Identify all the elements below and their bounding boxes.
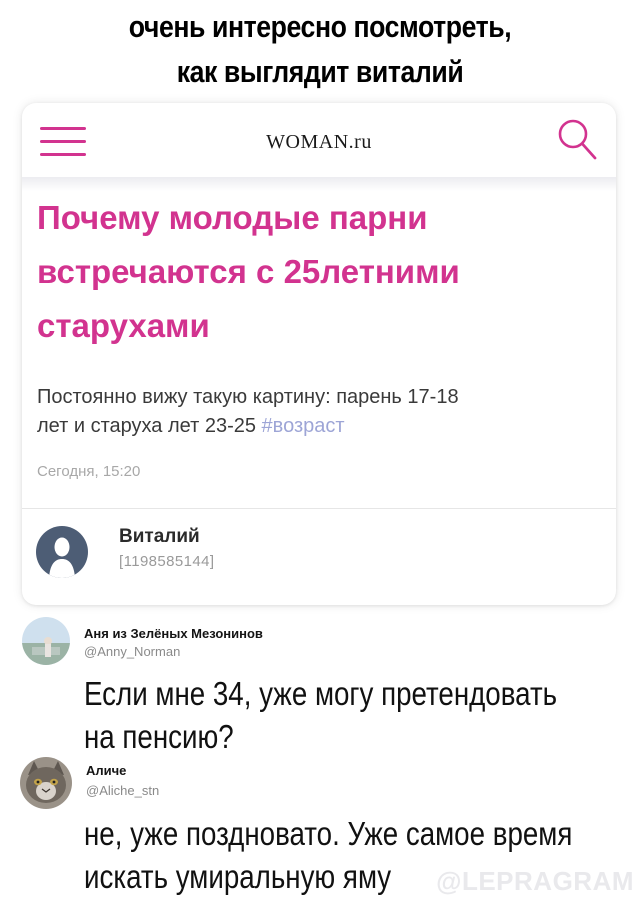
header-shadow: [22, 177, 616, 191]
site-logo[interactable]: WOMAN.ru: [22, 131, 616, 154]
avatar[interactable]: [20, 757, 72, 809]
caption-line-1: очень интересно посмотреть,: [128, 9, 512, 44]
meme-caption: очень интересно посмотреть, как выглядит…: [45, 4, 595, 94]
caption-line-2: как выглядит виталий: [176, 54, 464, 89]
headline-line: старухами: [37, 307, 210, 344]
author-id: [1198585144]: [119, 553, 215, 570]
headline-line: Почему молодые парни: [37, 199, 428, 236]
headline-line: встречаются с 25летними: [37, 253, 460, 290]
tweet-text-line: не, уже поздновато. Уже самое время: [84, 815, 573, 852]
article-headline[interactable]: Почему молодые парни встречаются с 25лет…: [37, 191, 597, 353]
author-name[interactable]: Виталий: [119, 526, 200, 548]
site-header: WOMAN.ru: [22, 103, 616, 183]
tweet-text-line: Если мне 34, уже могу претендовать: [84, 675, 558, 712]
excerpt-text: лет и старуха лет 23-25: [37, 415, 262, 437]
avatar[interactable]: [22, 617, 70, 665]
article-card: WOMAN.ru Почему молодые парни встречаютс…: [22, 103, 616, 605]
user-silhouette-icon[interactable]: [36, 526, 88, 578]
tweet-text-line: на пенсию?: [84, 718, 234, 755]
divider: [22, 508, 616, 509]
tweet-author-handle[interactable]: @Anny_Norman: [84, 644, 180, 659]
search-icon[interactable]: [556, 117, 598, 161]
watermark: @LEPRAGRAM: [436, 866, 634, 896]
post-date: Сегодня, 15:20: [37, 463, 141, 480]
tweet-author-handle[interactable]: @Aliche_stn: [86, 783, 159, 798]
excerpt-line-2: лет и старуха лет 23-25 #возраст: [37, 412, 612, 441]
tweet-text: Если мне 34, уже могу претендовать на пе…: [84, 672, 557, 758]
tweet-author-name[interactable]: Аня из Зелёных Мезонинов: [84, 626, 263, 641]
excerpt-line: Постоянно вижу такую картину: парень 17-…: [37, 386, 459, 408]
hashtag-link[interactable]: #возраст: [262, 415, 345, 437]
tweet-author-name[interactable]: Аличе: [86, 763, 126, 778]
article-excerpt: Постоянно вижу такую картину: парень 17-…: [37, 383, 612, 441]
